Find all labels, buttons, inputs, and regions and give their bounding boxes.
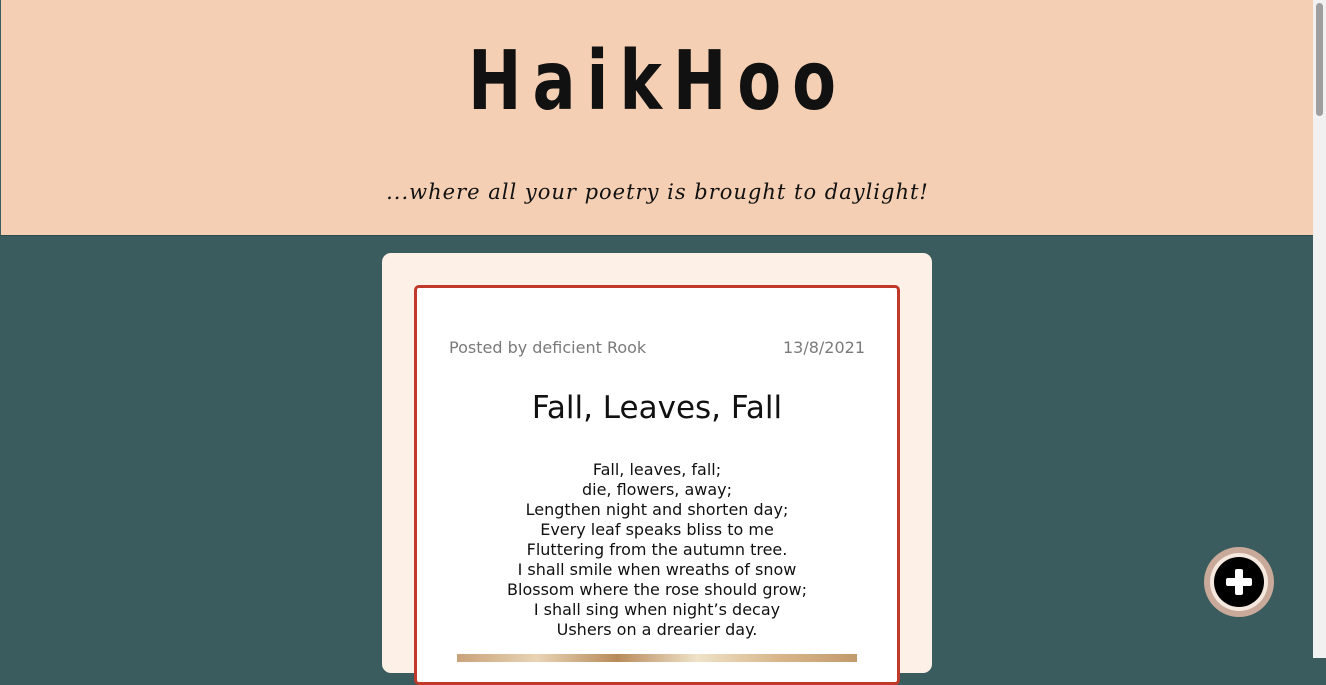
poem-line: die, flowers, away; bbox=[581, 480, 733, 499]
scrollbar-thumb[interactable] bbox=[1316, 3, 1323, 116]
poem-line: Every leaf speaks bliss to me bbox=[540, 520, 774, 539]
page-scrollbar[interactable] bbox=[1313, 0, 1326, 658]
add-post-button[interactable] bbox=[1204, 547, 1274, 617]
post-date: 13/8/2021 bbox=[782, 338, 865, 357]
post-card-inner: Posted by deficient Rook 13/8/2021 Fall,… bbox=[414, 285, 900, 685]
site-header: HaikHoo ...where all your poetry is brou… bbox=[0, 0, 1313, 236]
poem-line: I shall smile when wreaths of snow bbox=[517, 560, 797, 579]
poem-line: I shall sing when night’s decay bbox=[533, 600, 781, 619]
plus-icon bbox=[1214, 557, 1264, 607]
poem-line: Fall, leaves, fall; bbox=[592, 460, 722, 479]
post-title: Fall, Leaves, Fall bbox=[531, 390, 783, 426]
site-tagline: ...where all your poetry is brought to d… bbox=[386, 180, 929, 204]
post-meta: Posted by deficient Rook 13/8/2021 bbox=[449, 338, 865, 360]
site-logo[interactable]: HaikHoo bbox=[145, 34, 1169, 129]
poem-line: Blossom where the rose should grow; bbox=[507, 580, 807, 599]
post-author: Posted by deficient Rook bbox=[449, 338, 647, 357]
poem-line: Fluttering from the autumn tree. bbox=[526, 540, 788, 559]
post-image bbox=[457, 654, 857, 662]
poem-body: Fall, leaves, fall; die, flowers, away; … bbox=[417, 460, 897, 640]
poem-line: Ushers on a drearier day. bbox=[556, 620, 758, 639]
post-card: Posted by deficient Rook 13/8/2021 Fall,… bbox=[382, 253, 932, 685]
poem-line: Lengthen night and shorten day; bbox=[525, 500, 789, 519]
